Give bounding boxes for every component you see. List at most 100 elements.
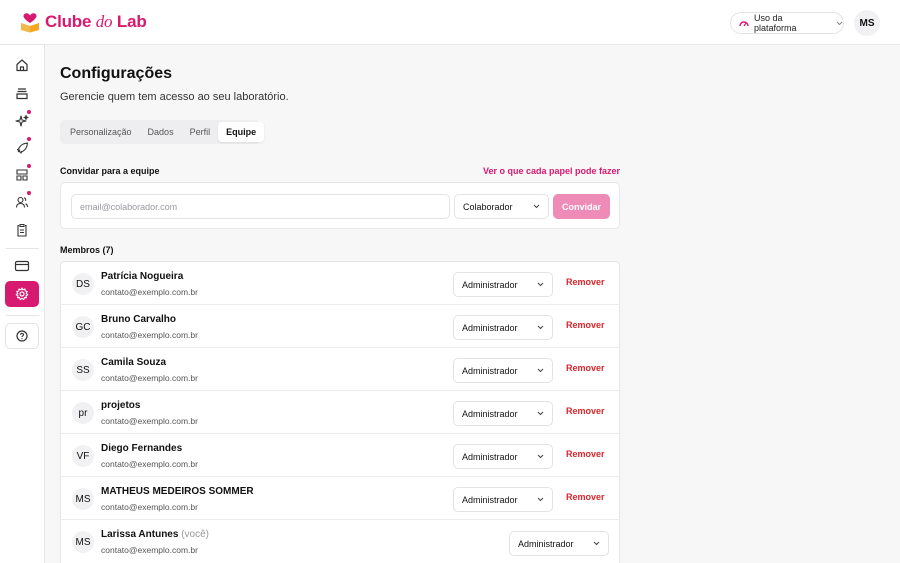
- invite-section-label: Convidar para a equipe: [60, 166, 160, 176]
- sidebar-divider: [6, 315, 39, 316]
- member-row-current-user: MS Larissa Antunes (você) contato@exempl…: [61, 520, 619, 563]
- member-name: MATHEUS MEDEIROS SOMMER: [101, 486, 254, 497]
- member-avatar: VF: [72, 445, 94, 467]
- member-row: pr projetos contato@exemplo.com.br Admin…: [61, 391, 619, 434]
- gear-icon: [15, 287, 29, 301]
- member-role-value: Administrador: [462, 494, 518, 505]
- remove-member-button[interactable]: Remover: [566, 492, 605, 502]
- invite-button[interactable]: Convidar: [553, 194, 610, 219]
- chevron-down-icon: [537, 368, 544, 373]
- member-role-value: Administrador: [462, 279, 518, 290]
- member-avatar: MS: [72, 488, 94, 510]
- sidebar-item-clipboard[interactable]: [5, 217, 39, 243]
- member-name: projetos: [101, 400, 141, 411]
- member-name: Bruno Carvalho: [101, 314, 177, 325]
- sidebar-item-settings[interactable]: [5, 281, 39, 307]
- member-name: Patrícia Nogueira: [101, 271, 184, 282]
- remove-member-button[interactable]: Remover: [566, 449, 605, 459]
- chevron-down-icon: [537, 325, 544, 330]
- notification-dot: [27, 164, 31, 168]
- home-icon: [16, 59, 28, 72]
- member-email: contato@exemplo.com.br: [101, 416, 198, 426]
- tab-personalizacao[interactable]: Personalização: [62, 122, 140, 142]
- member-email: contato@exemplo.com.br: [101, 459, 198, 469]
- member-email: contato@exemplo.com.br: [101, 545, 198, 555]
- gauge-icon: [739, 21, 749, 27]
- chevron-down-icon: [537, 454, 544, 459]
- member-email: contato@exemplo.com.br: [101, 287, 198, 297]
- sparkles-icon: [15, 114, 29, 127]
- brand-name: Clube do Lab: [45, 12, 147, 31]
- member-row: DS Patrícia Nogueira contato@exemplo.com…: [61, 262, 619, 305]
- sidebar: [0, 45, 45, 563]
- invite-role-value: Colaborador: [463, 201, 513, 212]
- top-bar: Clube do Lab Uso da plataforma MS: [0, 0, 900, 45]
- sidebar-item-home[interactable]: [5, 52, 39, 78]
- member-role-select[interactable]: Administrador: [453, 315, 553, 340]
- chevron-down-icon: [537, 411, 544, 416]
- member-role-select[interactable]: Administrador: [509, 531, 609, 556]
- notification-dot: [27, 191, 31, 195]
- settings-tabs: Personalização Dados Perfil Equipe: [60, 120, 265, 144]
- chevron-down-icon: [537, 282, 544, 287]
- clipboard-icon: [17, 223, 27, 237]
- platform-usage-label: Uso da plataforma: [754, 13, 797, 33]
- member-avatar: MS: [72, 531, 94, 553]
- sidebar-item-help[interactable]: [5, 323, 39, 349]
- member-role-select[interactable]: Administrador: [453, 358, 553, 383]
- remove-member-button[interactable]: Remover: [566, 363, 605, 373]
- member-role-select[interactable]: Administrador: [453, 401, 553, 426]
- remove-member-button[interactable]: Remover: [566, 277, 605, 287]
- member-role-select[interactable]: Administrador: [453, 444, 553, 469]
- member-role-value: Administrador: [462, 365, 518, 376]
- member-email: contato@exemplo.com.br: [101, 502, 198, 512]
- tab-perfil[interactable]: Perfil: [182, 122, 219, 142]
- card-icon: [14, 260, 30, 272]
- remove-member-button[interactable]: Remover: [566, 320, 605, 330]
- member-email: contato@exemplo.com.br: [101, 330, 198, 340]
- member-row: VF Diego Fernandes contato@exemplo.com.b…: [61, 434, 619, 477]
- members-section-label: Membros (7): [60, 245, 114, 255]
- user-avatar[interactable]: MS: [854, 10, 880, 36]
- member-name: Diego Fernandes: [101, 443, 183, 454]
- member-name: Larissa Antunes (você): [101, 529, 210, 540]
- member-role-select[interactable]: Administrador: [453, 272, 553, 297]
- sidebar-divider: [6, 248, 39, 249]
- platform-usage-button[interactable]: Uso da plataforma: [730, 12, 844, 34]
- layout-icon: [16, 169, 28, 181]
- you-indicator: (você): [181, 529, 210, 540]
- invite-email-input[interactable]: [71, 194, 450, 219]
- member-role-value: Administrador: [462, 451, 518, 462]
- member-avatar: SS: [72, 359, 94, 381]
- tab-dados[interactable]: Dados: [140, 122, 182, 142]
- member-avatar: pr: [72, 402, 94, 424]
- page-title: Configurações: [60, 65, 173, 82]
- invite-role-select[interactable]: Colaborador: [454, 194, 549, 219]
- notification-dot: [27, 137, 31, 141]
- tab-equipe[interactable]: Equipe: [218, 122, 265, 142]
- chevron-down-icon: [836, 21, 843, 25]
- page-subtitle: Gerencie quem tem acesso ao seu laborató…: [60, 91, 289, 103]
- rocket-icon: [16, 142, 29, 154]
- member-role-value: Administrador: [462, 322, 518, 333]
- members-list: DS Patrícia Nogueira contato@exemplo.com…: [60, 261, 620, 563]
- sidebar-item-rocket[interactable]: [5, 135, 39, 161]
- chevron-down-icon: [593, 541, 600, 546]
- member-avatar: GC: [72, 316, 94, 338]
- sidebar-item-layout[interactable]: [5, 162, 39, 188]
- sidebar-item-stack[interactable]: [5, 80, 39, 106]
- sidebar-item-billing[interactable]: [5, 253, 39, 279]
- member-row: SS Camila Souza contato@exemplo.com.br A…: [61, 348, 619, 391]
- sidebar-item-sparkles[interactable]: [5, 108, 39, 134]
- chevron-down-icon: [533, 204, 540, 209]
- sidebar-item-users[interactable]: [5, 189, 39, 215]
- roles-info-link[interactable]: Ver o que cada papel pode fazer: [483, 166, 620, 176]
- remove-member-button[interactable]: Remover: [566, 406, 605, 416]
- stack-icon: [16, 88, 28, 100]
- member-role-select[interactable]: Administrador: [453, 487, 553, 512]
- heart-box-logo-icon: [21, 13, 39, 33]
- member-row: GC Bruno Carvalho contato@exemplo.com.br…: [61, 305, 619, 348]
- member-row: MS MATHEUS MEDEIROS SOMMER contato@exemp…: [61, 477, 619, 520]
- brand-logo[interactable]: Clube do Lab: [20, 11, 147, 33]
- notification-dot: [27, 110, 31, 114]
